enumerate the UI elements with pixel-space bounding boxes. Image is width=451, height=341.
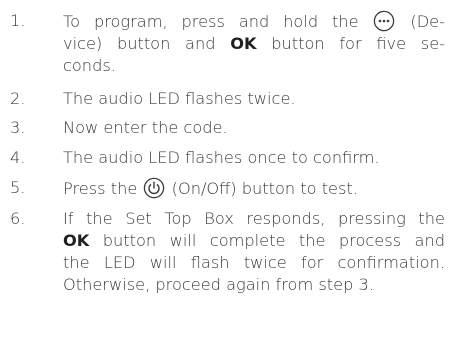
instruction-list: 1. To program, press and hold the (De- v… bbox=[0, 0, 451, 341]
step-number: 1. bbox=[10, 11, 26, 30]
power-button-icon bbox=[143, 177, 165, 199]
ok-button-label: OK bbox=[230, 34, 257, 53]
step-number: 6. bbox=[10, 209, 26, 228]
step-text: Now enter the code. bbox=[63, 118, 228, 137]
step-number: 4. bbox=[10, 148, 26, 167]
step-number: 3. bbox=[10, 118, 26, 137]
step-text: The audio LED flashes twice. bbox=[63, 89, 296, 108]
step-text: The audio LED flashes once to confirm. bbox=[63, 148, 380, 167]
step-text: If the Set Top Box responds, pressing th… bbox=[63, 209, 445, 294]
step-text: Press the (On/Off) button to test. bbox=[63, 177, 358, 199]
step-number: 2. bbox=[10, 89, 26, 108]
step-number: 5. bbox=[10, 178, 26, 197]
ok-button-label: OK bbox=[63, 231, 90, 250]
device-button-icon bbox=[373, 10, 395, 32]
step-text: To program, press and hold the (De- vice… bbox=[63, 10, 446, 75]
